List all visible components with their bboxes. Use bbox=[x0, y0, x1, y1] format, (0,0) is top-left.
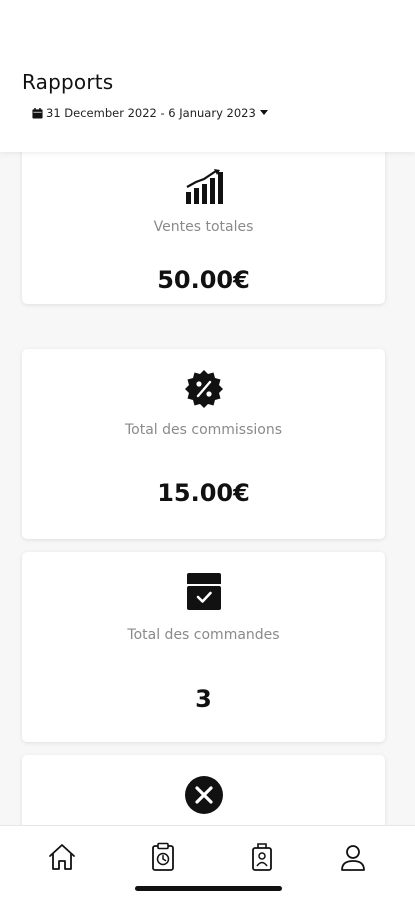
card-label: Total des commissions bbox=[124, 422, 283, 438]
user-icon[interactable] bbox=[338, 842, 368, 872]
date-range-picker[interactable]: 31 December 2022 - 6 January 2023 bbox=[32, 106, 268, 120]
page-title: Rapports bbox=[22, 70, 114, 94]
app-header: Rapports 31 December 2022 - 6 January 20… bbox=[0, 0, 415, 152]
badge-icon[interactable] bbox=[247, 842, 277, 872]
card-total-commissions: Total des commissions 15.00€ bbox=[22, 349, 385, 539]
card-label: Ventes totales bbox=[153, 219, 254, 235]
card-value: 15.00€ bbox=[157, 479, 250, 507]
bar-chart-icon bbox=[185, 169, 223, 204]
card-total-orders: Total des commandes 3 bbox=[22, 552, 385, 742]
cancel-circle-icon bbox=[184, 776, 223, 814]
reports-list[interactable]: Ventes totales 50.00€ Total des commissi… bbox=[0, 152, 415, 825]
card-label: Total des commandes bbox=[127, 627, 280, 643]
home-indicator bbox=[135, 886, 282, 891]
clipboard-icon[interactable] bbox=[148, 842, 178, 872]
card-total-sales: Ventes totales 50.00€ bbox=[22, 152, 385, 304]
caret-down-icon bbox=[259, 110, 268, 115]
home-icon[interactable] bbox=[47, 842, 77, 872]
calendar-icon bbox=[32, 107, 43, 119]
percent-badge-icon bbox=[184, 370, 223, 408]
date-range-text: 31 December 2022 - 6 January 2023 bbox=[46, 106, 256, 120]
card-value: 50.00€ bbox=[157, 266, 250, 294]
card-value: 3 bbox=[195, 685, 212, 713]
card-cancelled-orders bbox=[22, 755, 385, 825]
box-check-icon bbox=[186, 573, 221, 610]
